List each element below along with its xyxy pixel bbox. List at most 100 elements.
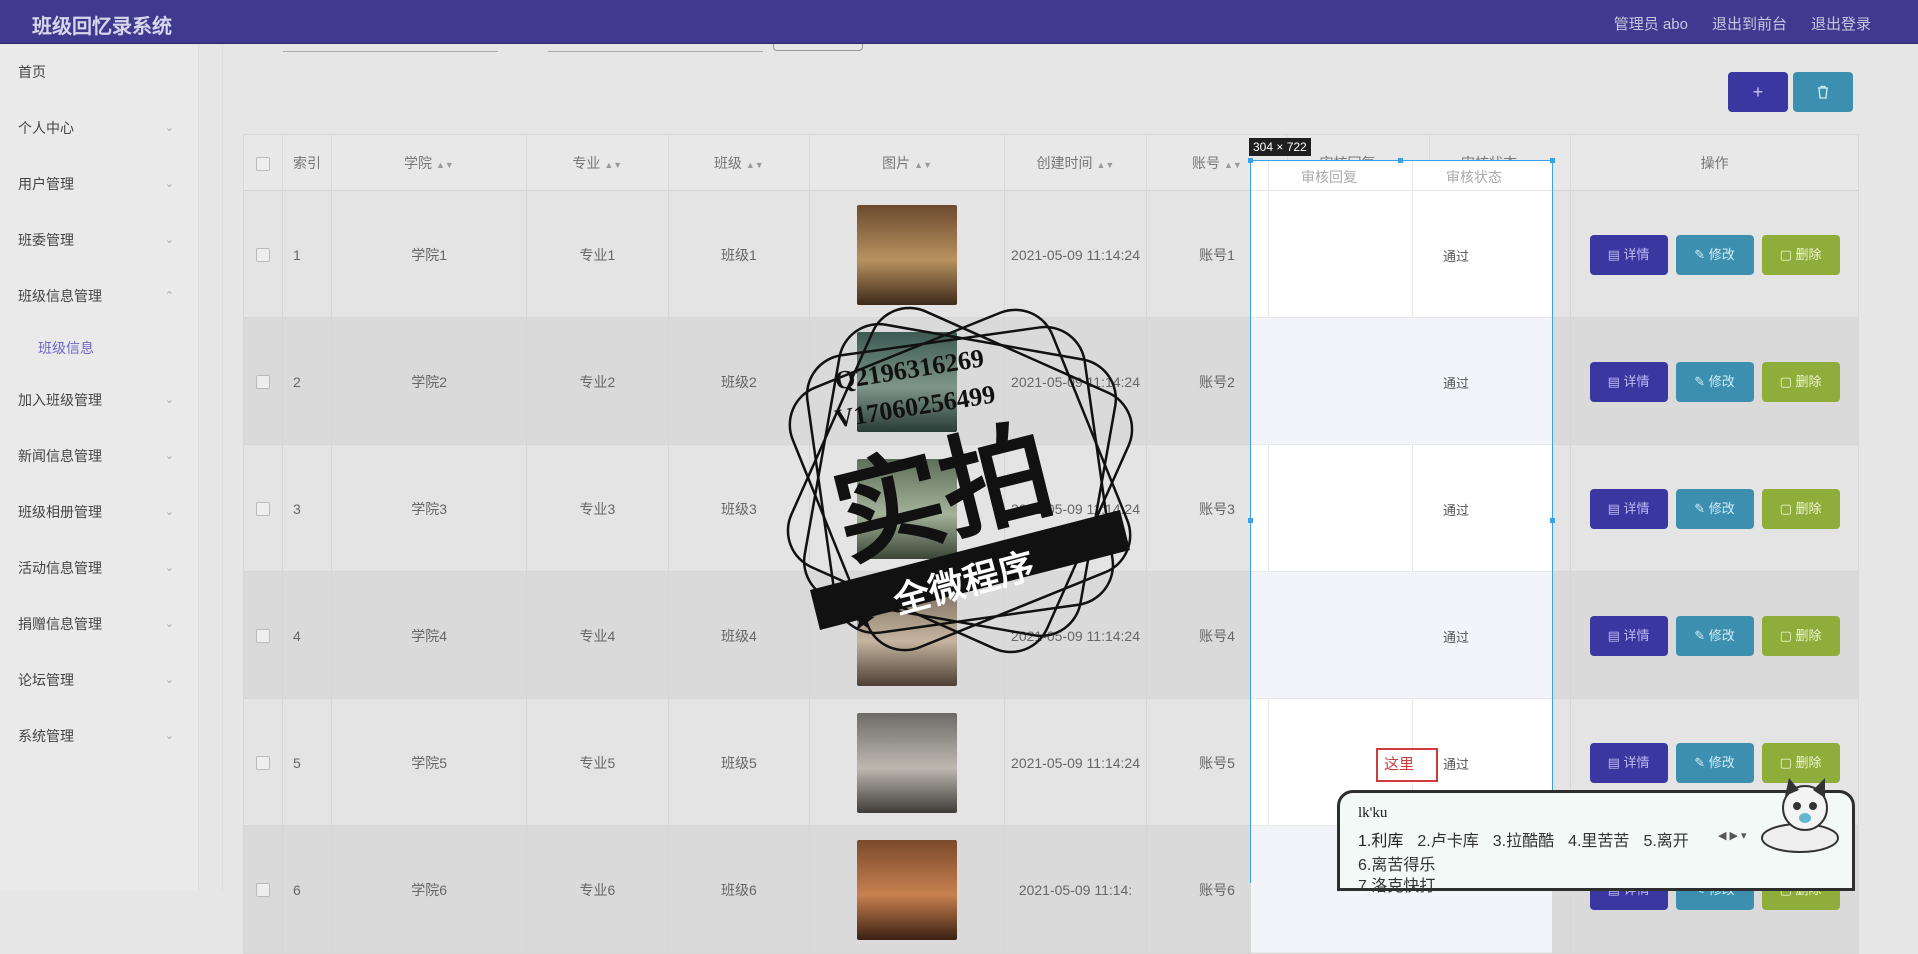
class-photo-thumbnail[interactable]: [857, 458, 958, 559]
detail-button[interactable]: ▤ 详情: [1589, 488, 1668, 529]
row-actions: ▤ 详情✎ 修改▢ 删除: [1589, 615, 1840, 656]
sidebar-item-home[interactable]: 首页: [0, 44, 198, 100]
table-row[interactable]: 2学院2专业2班级22021-05-09 11:14:24账号2通过▤ 详情✎ …: [244, 318, 1858, 445]
row-checkbox[interactable]: [256, 628, 271, 643]
chevron-down-icon: ⌄: [164, 394, 174, 406]
detail-button[interactable]: ▤ 详情: [1589, 361, 1668, 402]
delete-button[interactable]: ▢ 删除: [1761, 234, 1840, 275]
ime-page-arrows[interactable]: ◀ ▶ ▾: [1718, 829, 1747, 842]
edit-button[interactable]: ✎ 修改: [1675, 615, 1754, 656]
edit-button[interactable]: ✎ 修改: [1675, 361, 1754, 402]
sidebar-item-class-info[interactable]: 班级信息管理 ⌃: [0, 268, 198, 324]
class-photo-thumbnail[interactable]: [857, 204, 958, 305]
resize-handle[interactable]: [1398, 158, 1403, 163]
row-checkbox[interactable]: [256, 755, 271, 770]
col-header[interactable]: 班级 ▲▼: [669, 135, 811, 191]
sidebar-item-forum[interactable]: 论坛管理 ⌄: [0, 652, 198, 708]
checkbox-cell: [244, 826, 284, 953]
delete-button[interactable]: ▢ 删除: [1761, 742, 1840, 783]
table-row[interactable]: 3学院3专业3班级32021-05-09 11:14:24账号3通过▤ 详情✎ …: [244, 445, 1858, 572]
class-photo-thumbnail[interactable]: [857, 839, 958, 940]
checkbox-cell: [244, 445, 284, 572]
col-header-reply: 审核回复: [1301, 169, 1357, 185]
row-checkbox[interactable]: [256, 374, 271, 389]
delete-button[interactable]: ▢ 删除: [1761, 615, 1840, 656]
delete-button[interactable]: ▢ 删除: [1761, 361, 1840, 402]
col-header[interactable]: 索引: [283, 135, 332, 191]
delete-button[interactable]: ▢ 删除: [1761, 488, 1840, 529]
select-all-checkbox[interactable]: [256, 157, 271, 172]
cell-text: 班级1: [721, 246, 757, 263]
resize-handle[interactable]: [1550, 518, 1555, 523]
ime-candidate[interactable]: 7.洛克快打: [1358, 872, 1435, 896]
sidebar-item-label: 新闻信息管理: [18, 448, 102, 464]
select-all-cell[interactable]: [244, 135, 284, 191]
ime-candidate[interactable]: 5.离开: [1643, 827, 1688, 851]
sidebar-item-news[interactable]: 新闻信息管理 ⌄: [0, 428, 198, 484]
table-row[interactable]: 4学院4专业4班级42021-05-09 11:14:24账号4通过▤ 详情✎ …: [244, 572, 1858, 699]
logout-link[interactable]: 退出登录: [1811, 13, 1871, 34]
search-input-1[interactable]: [283, 46, 498, 52]
cell-text: 专业1: [579, 246, 616, 263]
table-header: 索引 学院▲▼ 专业▲▼ 班级▲▼ 图片▲▼ 创建时间▲▼ 账号▲▼ 审核回复▲…: [244, 135, 1858, 191]
pencil-icon: ✎: [1694, 627, 1706, 643]
detail-button[interactable]: ▤ 详情: [1589, 615, 1668, 656]
search-input-2[interactable]: [548, 46, 763, 52]
row-checkbox[interactable]: [256, 501, 271, 516]
resize-handle[interactable]: [1550, 158, 1555, 163]
edit-button[interactable]: ✎ 修改: [1675, 488, 1754, 529]
sidebar-item-personal[interactable]: 个人中心 ⌄: [0, 100, 198, 156]
search-button[interactable]: [773, 44, 863, 51]
sidebar-item-label: 首页: [18, 64, 46, 80]
sidebar-item-join-class[interactable]: 加入班级管理 ⌄: [0, 372, 198, 428]
add-button[interactable]: +: [1728, 72, 1788, 112]
resize-handle[interactable]: [1248, 158, 1253, 163]
main-content: + 索引 学院▲▼ 专业▲▼ 班级▲▼ 图片▲▼ 创建时间▲▼ 账号▲▼ 审核回…: [222, 44, 1902, 954]
table-row[interactable]: 1学院1专业1班级12021-05-09 11:14:24账号1通过▤ 详情✎ …: [244, 191, 1858, 318]
major-cell: 专业6: [527, 826, 669, 953]
row-actions: ▤ 详情✎ 修改▢ 删除: [1589, 361, 1840, 402]
cell-text: 专业2: [579, 373, 616, 390]
batch-delete-button[interactable]: [1793, 72, 1853, 112]
selection-header: 审核回复 审核状态: [1251, 161, 1552, 191]
class-photo-thumbnail[interactable]: [857, 585, 958, 686]
col-header[interactable]: 学院 ▲▼: [332, 135, 528, 191]
college-cell: 学院5: [332, 699, 528, 826]
row-checkbox[interactable]: [256, 247, 271, 262]
detail-button[interactable]: ▤ 详情: [1589, 234, 1668, 275]
col-header[interactable]: 图片 ▲▼: [810, 135, 1006, 191]
major-cell: 专业2: [527, 318, 669, 445]
exit-to-front-link[interactable]: 退出到前台: [1712, 13, 1787, 34]
detail-button[interactable]: ▤ 详情: [1589, 742, 1668, 783]
sidebar-item-activity[interactable]: 活动信息管理 ⌄: [0, 540, 198, 596]
class-photo-thumbnail[interactable]: [857, 331, 958, 432]
sidebar-item-donation[interactable]: 捐赠信息管理 ⌄: [0, 596, 198, 652]
resize-handle[interactable]: [1248, 518, 1253, 523]
ime-candidate[interactable]: 4.里苦苦: [1568, 827, 1629, 851]
image-cell: [810, 191, 1006, 318]
ime-candidate[interactable]: 2.卢卡库: [1417, 827, 1478, 851]
ime-pinyin: lk'ku: [1358, 805, 1388, 821]
image-cell: [810, 445, 1006, 572]
col-header[interactable]: 创建时间 ▲▼: [1005, 135, 1147, 191]
cell-text: 学院5: [411, 754, 448, 771]
sidebar-item-committee[interactable]: 班委管理 ⌄: [0, 212, 198, 268]
class-photo-thumbnail[interactable]: [857, 712, 958, 813]
col-header[interactable]: 专业 ▲▼: [527, 135, 669, 191]
annotation-text-box[interactable]: 这里: [1376, 748, 1438, 782]
ime-candidate[interactable]: 3.拉酷酷: [1493, 827, 1554, 851]
sidebar-item-system[interactable]: 系统管理 ⌄: [0, 708, 198, 764]
sidebar-subitem-class-info[interactable]: 班级信息: [0, 324, 198, 372]
sidebar-item-album[interactable]: 班级相册管理 ⌄: [0, 484, 198, 540]
ime-candidate[interactable]: 1.利库: [1358, 827, 1403, 851]
row-checkbox[interactable]: [256, 882, 271, 897]
sidebar-item-users[interactable]: 用户管理 ⌄: [0, 156, 198, 212]
cell-text: 账号3: [1199, 500, 1235, 517]
cell-text: 3: [293, 500, 301, 517]
top-bar: 班级回忆录系统 管理员 abo 退出到前台 退出登录: [0, 0, 1918, 44]
sidebar-item-label: 系统管理: [18, 728, 74, 744]
sidebar-item-label: 论坛管理: [18, 672, 74, 688]
edit-button[interactable]: ✎ 修改: [1675, 234, 1754, 275]
sidebar-item-label: 捐赠信息管理: [18, 616, 102, 632]
edit-button[interactable]: ✎ 修改: [1675, 742, 1754, 783]
